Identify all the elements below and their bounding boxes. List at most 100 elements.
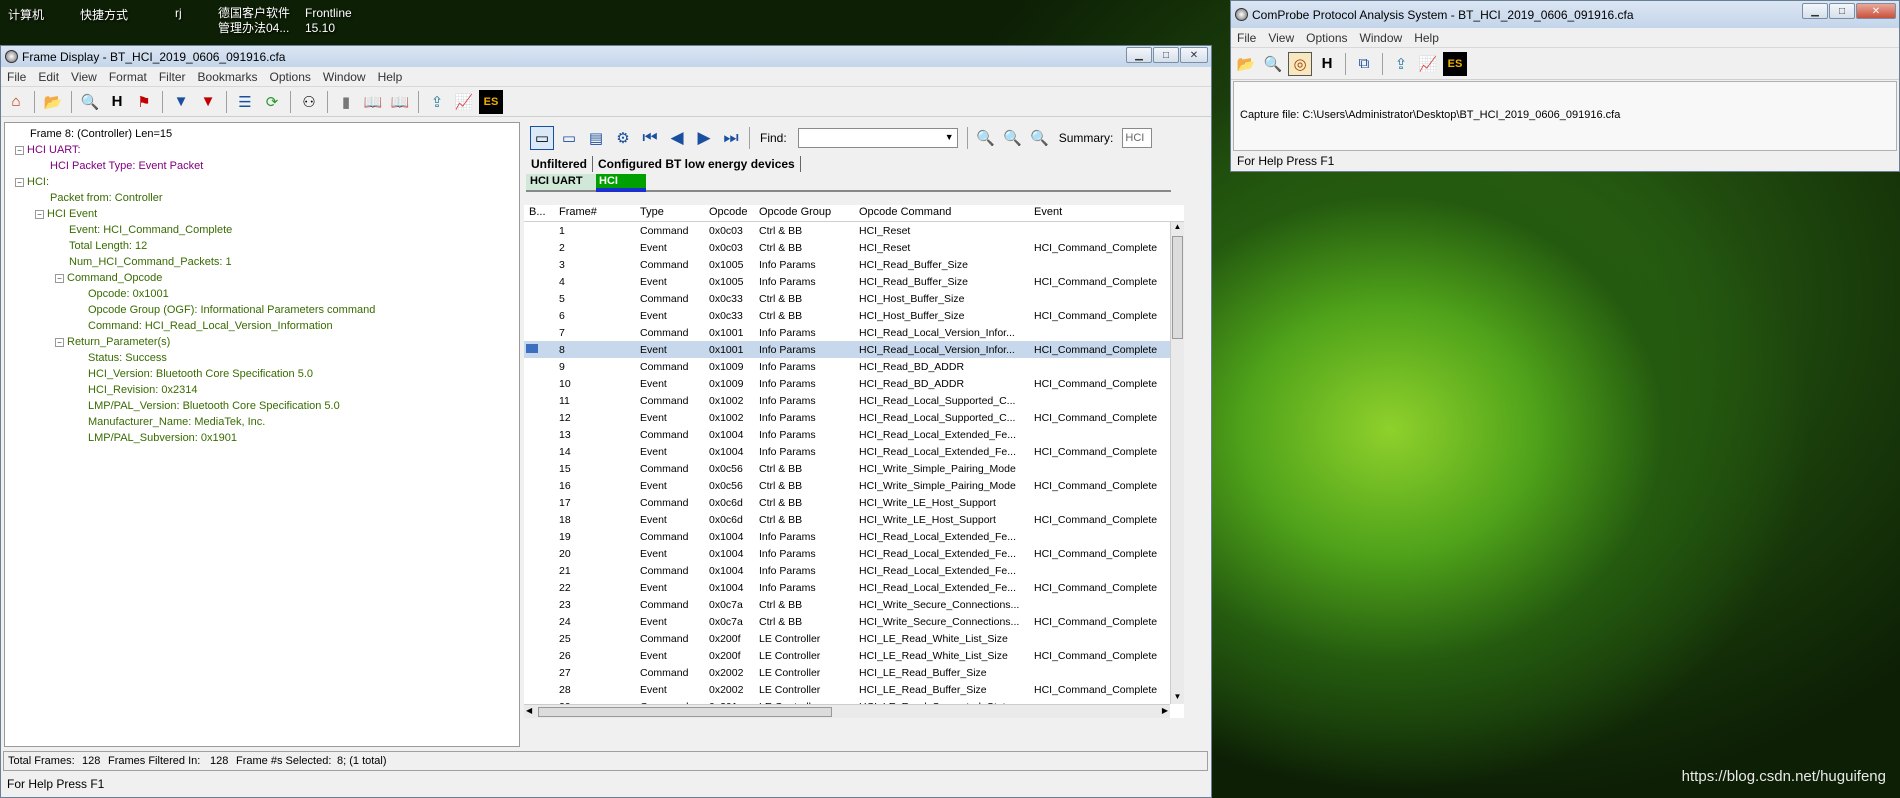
menu-options[interactable]: Options [1300,31,1353,45]
table-row[interactable]: 25 Command 0x200f LE Controller HCI_LE_Read_… [524,630,1170,647]
comprobe-titlebar[interactable]: ComProbe Protocol Analysis System - BT_H… [1231,1,1899,28]
tree-node[interactable]: HCI_Version: Bluetooth Core Specificatio… [88,368,313,380]
open-folder-icon[interactable]: 📂 [41,90,65,114]
table-row[interactable]: 14 Event 0x1004 Info Params HCI_Read_Local_E… [524,443,1170,460]
table-row[interactable]: 26 Event 0x200f LE Controller HCI_LE_Read_Wh… [524,647,1170,664]
frame-display-icon[interactable]: ◎ [1288,51,1312,76]
menu-bookmarks[interactable]: Bookmarks [192,70,264,84]
tree-node[interactable]: − HCI Event [35,208,97,220]
scroll-thumb[interactable] [1172,236,1183,339]
refresh-icon[interactable]: ⟳ [260,90,284,114]
minimize-button[interactable]: ▁ [1802,3,1828,19]
tree-node[interactable]: LMP/PAL_Version: Bluetooth Core Specific… [88,400,340,412]
table-row[interactable]: 18 Event 0x0c6d Ctrl & BB HCI_Write_LE_Host_… [524,511,1170,528]
scroll-down-icon[interactable]: ▼ [1171,692,1184,704]
table-row[interactable]: 8 Event 0x1001 Info Params HCI_Read_Local_Ve… [524,341,1170,358]
chart-icon[interactable]: 📈 [1416,52,1440,76]
es-icon[interactable]: ES [1443,51,1467,76]
table-row[interactable]: 23 Command 0x0c7a Ctrl & BB HCI_Write_Secure… [524,596,1170,613]
note-icon[interactable]: ▮ [334,90,358,114]
menu-format[interactable]: Format [103,70,153,84]
summary-select[interactable]: HCI [1122,128,1153,148]
table-row[interactable]: 27 Command 0x2002 LE Controller HCI_LE_Read_… [524,664,1170,681]
find-input[interactable]: ▼ [797,128,958,148]
collapse-icon[interactable]: − [15,145,24,155]
minimize-button[interactable]: ▁ [1126,47,1152,63]
table-row[interactable]: 5 Command 0x0c33 Ctrl & BB HCI_Host_Buffer_S… [524,290,1170,307]
menu-view[interactable]: View [1262,31,1300,45]
tree-node[interactable]: Opcode: 0x1001 [88,288,169,300]
layout-3-icon[interactable]: ▤ [584,126,608,150]
layout-2-icon[interactable]: ▭ [557,126,581,150]
next-frame-icon[interactable]: ▶ [692,126,716,150]
tree-node[interactable]: − HCI: [15,176,49,188]
layers-icon[interactable]: ☰ [233,90,257,114]
menu-window[interactable]: Window [1354,31,1409,45]
chevron-down-icon[interactable]: ▼ [945,132,954,142]
close-button[interactable]: ✕ [1856,3,1896,19]
menu-window[interactable]: Window [317,70,372,84]
table-row[interactable]: 22 Event 0x1004 Info Params HCI_Read_Local_E… [524,579,1170,596]
layout-1-icon[interactable]: ▭ [530,126,554,150]
horizontal-scrollbar[interactable]: ◀ ▶ [524,704,1170,718]
collapse-icon[interactable]: − [55,273,64,283]
tree-node[interactable]: Status: Success [88,352,167,364]
col-opcode[interactable]: Opcode [709,206,748,218]
table-row[interactable]: 17 Command 0x0c6d Ctrl & BB HCI_Write_LE_Hos… [524,494,1170,511]
collapse-icon[interactable]: − [15,177,24,187]
scroll-left-icon[interactable]: ◀ [526,706,532,715]
scroll-up-icon[interactable]: ▲ [1171,222,1184,234]
network-icon[interactable]: ⇪ [1389,52,1413,76]
first-frame-icon[interactable]: ⏮ [638,126,662,150]
find-next-icon[interactable]: 🔍 [1001,126,1025,150]
menu-options[interactable]: Options [264,70,317,84]
tree-node[interactable]: Manufacturer_Name: MediaTek, Inc. [88,416,265,428]
tree-node[interactable]: Packet from: Controller [50,192,162,204]
col-b[interactable]: B... [529,206,546,218]
table-row[interactable]: 15 Command 0x0c56 Ctrl & BB HCI_Write_Simple… [524,460,1170,477]
collapse-icon[interactable]: − [35,209,44,219]
menu-help[interactable]: Help [1408,31,1445,45]
col-opcode-command[interactable]: Opcode Command [859,206,951,218]
tree-node[interactable]: HCI_Revision: 0x2314 [88,384,197,396]
magnify-icon[interactable]: 🔍 [78,90,102,114]
tree-layout-icon[interactable]: ⚙ [611,126,635,150]
tree-node[interactable]: Command: HCI_Read_Local_Version_Informat… [88,320,333,332]
tree-node[interactable]: Frame 8: (Controller) Len=15 [30,128,172,140]
col-event[interactable]: Event [1034,206,1062,218]
filter-clear-icon[interactable]: ▼ [196,90,220,114]
table-row[interactable]: 13 Command 0x1004 Info Params HCI_Read_Local… [524,426,1170,443]
tree-node[interactable]: − Return_Parameter(s) [55,336,170,348]
es-icon[interactable]: ES [479,89,503,114]
close-button[interactable]: ✕ [1180,47,1208,63]
table-row[interactable]: 2 Event 0x0c03 Ctrl & BB HCI_Reset HCI_Comman… [524,239,1170,256]
table-row[interactable]: 24 Event 0x0c7a Ctrl & BB HCI_Write_Secure_C… [524,613,1170,630]
desktop-icon-frontline[interactable]: Frontline 15.10 [305,6,352,36]
table-row[interactable]: 6 Event 0x0c33 Ctrl & BB HCI_Host_Buffer_Siz… [524,307,1170,324]
menu-help[interactable]: Help [372,70,409,84]
table-row[interactable]: 21 Command 0x1004 Info Params HCI_Read_Local… [524,562,1170,579]
binoculars-icon[interactable]: ⚇ [297,90,321,114]
table-row[interactable]: 1 Command 0x0c03 Ctrl & BB HCI_Reset [524,222,1170,239]
open-book-icon[interactable]: 📖 [388,90,412,114]
vertical-scrollbar[interactable]: ▲ ▼ [1170,222,1184,704]
open-folder-icon[interactable]: 📂 [1234,52,1258,76]
find-clear-icon[interactable]: 🔍 [1028,126,1052,150]
desktop-icon-rj[interactable]: rj [175,6,182,20]
network-icon[interactable]: ⇪ [425,90,449,114]
filter-icon[interactable]: ▼ [169,90,193,114]
table-row[interactable]: 12 Event 0x1002 Info Params HCI_Read_Local_S… [524,409,1170,426]
hex-icon[interactable]: H [1315,52,1339,76]
table-row[interactable]: 9 Command 0x1009 Info Params HCI_Read_BD_ADD… [524,358,1170,375]
maximize-button[interactable]: □ [1153,47,1179,63]
tree-node[interactable]: Total Length: 12 [69,240,147,252]
scroll-right-icon[interactable]: ▶ [1162,706,1168,715]
tree-node[interactable]: − HCI UART: [15,144,81,156]
maximize-button[interactable]: □ [1829,3,1855,19]
tree-node[interactable]: Event: HCI_Command_Complete [69,224,232,236]
table-row[interactable]: 3 Command 0x1005 Info Params HCI_Read_Buffer… [524,256,1170,273]
col-type[interactable]: Type [640,206,664,218]
prev-frame-icon[interactable]: ◀ [665,126,689,150]
tree-node[interactable]: LMP/PAL_Subversion: 0x1901 [88,432,237,444]
table-row[interactable]: 10 Event 0x1009 Info Params HCI_Read_BD_ADDR… [524,375,1170,392]
